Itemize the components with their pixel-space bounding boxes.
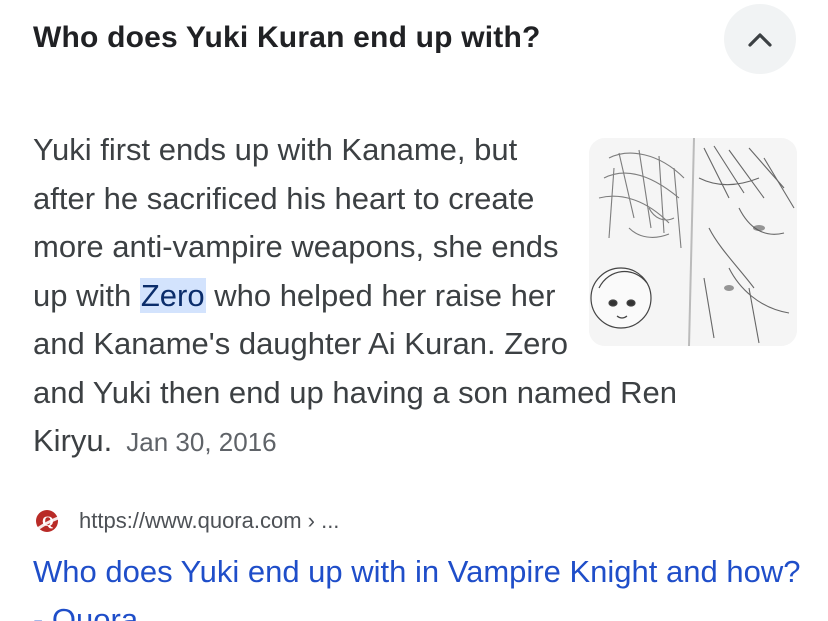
answer-block: Yuki first ends up with Kaname, but afte… — [33, 126, 803, 467]
answer-date: Jan 30, 2016 — [126, 427, 277, 457]
answer-highlight: Zero — [139, 277, 206, 313]
chevron-up-icon — [748, 33, 772, 47]
answer-thumbnail[interactable] — [589, 138, 797, 346]
manga-illustration-image — [589, 138, 797, 346]
featured-snippet: Who does Yuki Kuran end up with? Yuki fi… — [0, 0, 828, 621]
collapse-button[interactable] — [724, 4, 796, 74]
source-row[interactable]: Q https://www.quora.com › ... — [33, 503, 339, 539]
question-title[interactable]: Who does Yuki Kuran end up with? — [33, 16, 541, 60]
source-url[interactable]: https://www.quora.com › ... — [79, 508, 339, 534]
quora-favicon-icon: Q — [33, 505, 74, 537]
result-title-link[interactable]: Who does Yuki end up with in Vampire Kni… — [33, 548, 813, 621]
